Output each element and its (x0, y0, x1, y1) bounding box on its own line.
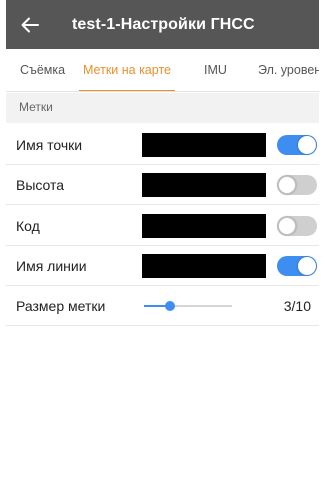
setting-label: Размер метки (16, 298, 106, 314)
redacted-field (142, 133, 266, 157)
setting-row-marker-size: Размер метки 3/10 (6, 286, 319, 326)
title-bar: test-1-Настройки ГНСС (6, 0, 319, 49)
marker-size-slider[interactable] (144, 301, 232, 311)
toggle-knob (298, 136, 316, 154)
toggle-knob (278, 217, 296, 235)
setting-row-code: Код (6, 206, 319, 246)
marker-size-value: 3/10 (283, 298, 311, 314)
toggle-knob (298, 257, 316, 275)
setting-row-line-name: Имя линии (6, 246, 319, 286)
setting-label: Имя линии (16, 258, 87, 274)
redacted-field (142, 173, 266, 197)
tab-bar: Съёмка Метки на карте IMU Эл. уровень (6, 49, 319, 92)
back-button[interactable] (14, 0, 46, 49)
setting-label: Высота (16, 177, 65, 193)
height-toggle[interactable] (277, 175, 317, 195)
toggle-knob (278, 176, 296, 194)
slider-thumb[interactable] (165, 301, 176, 311)
tab-imu[interactable]: IMU (204, 49, 227, 91)
setting-label: Код (16, 218, 40, 234)
arrow-left-icon (21, 17, 39, 32)
code-toggle[interactable] (277, 216, 317, 236)
tab-survey[interactable]: Съёмка (20, 49, 65, 91)
page-title: test-1-Настройки ГНСС (72, 15, 255, 33)
tab-e-bubble[interactable]: Эл. уровень (258, 49, 319, 91)
tab-map-labels[interactable]: Метки на карте (79, 49, 175, 91)
line-name-toggle[interactable] (277, 256, 317, 276)
setting-row-height: Высота (6, 165, 319, 205)
section-header-labels: Метки (6, 93, 319, 123)
setting-label: Имя точки (16, 137, 83, 153)
redacted-field (142, 254, 266, 278)
setting-row-point-name: Имя точки (6, 125, 319, 165)
point-name-toggle[interactable] (277, 135, 317, 155)
redacted-field (142, 214, 266, 238)
empty-content-area (6, 326, 319, 502)
